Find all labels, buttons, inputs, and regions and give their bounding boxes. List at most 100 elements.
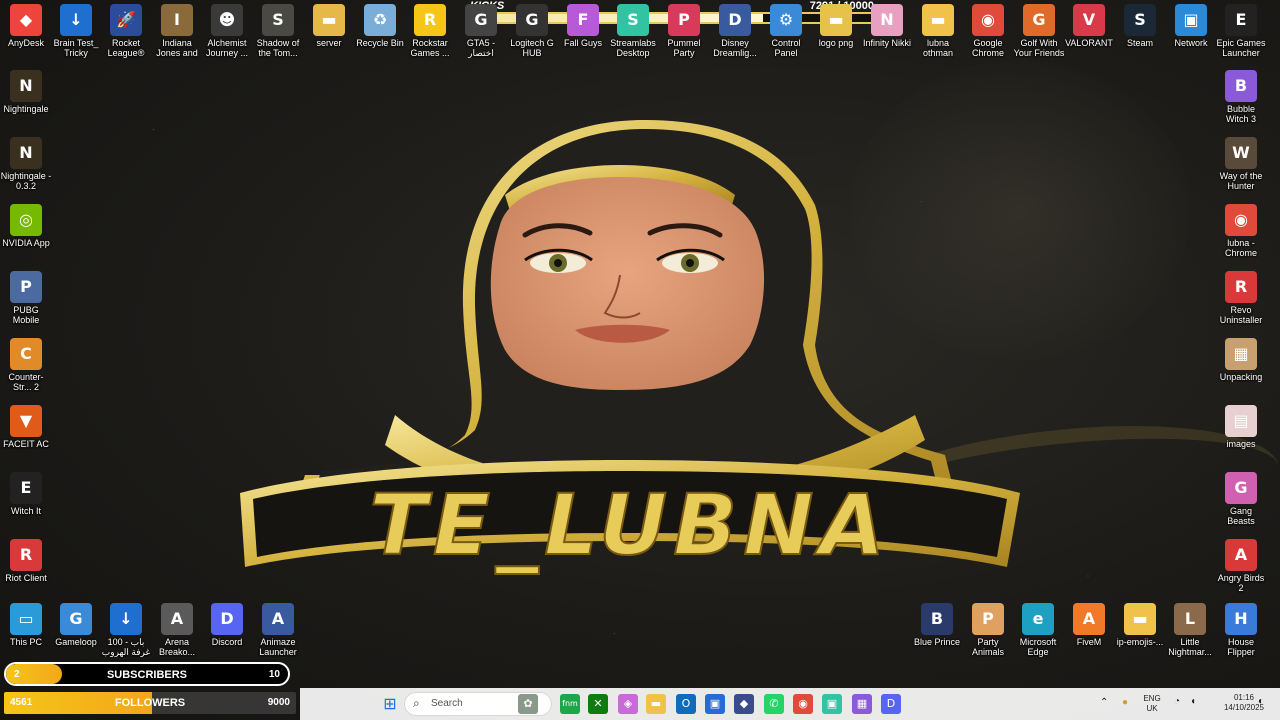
desktop-icon-bottom-right-5[interactable]: L Little Nightmar... [1164,603,1216,657]
desktop-icon-top-12[interactable]: S Streamlabs Desktop [607,4,659,58]
app-icon: ▤ [1225,405,1257,437]
desktop-icon-label: Angry Birds 2 [1217,573,1265,593]
streamlabs-icon[interactable]: ▣ [822,694,842,714]
app-icon: P [10,271,42,303]
desktop-icon-top-11[interactable]: F Fall Guys [557,4,609,48]
desktop-icon-top-20[interactable]: G Golf With Your Friends [1013,4,1065,58]
desktop-icon-top-6[interactable]: ▬ server [303,4,355,48]
desktop-icon-top-14[interactable]: D Disney Dreamlig... [709,4,761,58]
desktop-icon-bottom-right-1[interactable]: P Party Animals [962,603,1014,657]
desktop-icon-right-4[interactable]: ▦ Unpacking [1215,338,1267,382]
desktop-icon-top-5[interactable]: S Shadow of the Tom... [252,4,304,58]
desktop-icon-top-9[interactable]: G GTA5 - اختصار [455,4,507,58]
store-icon[interactable]: ▣ [705,694,725,714]
app-icon: F [567,4,599,36]
desktop-icon-right-3[interactable]: R Revo Uninstaller [1215,271,1267,325]
tray-overflow-icon[interactable]: ⌃ [1100,698,1108,708]
desktop-icon-bottom-right-4[interactable]: ▬ ip-emojis-... [1114,603,1166,647]
app-icon: P [972,603,1004,635]
desktop-icon-bottom-right-2[interactable]: e Microsoft Edge [1012,603,1064,657]
desktop-icon-bottom-right-0[interactable]: B Blue Prince [911,603,963,647]
desktop-icon-label: Witch It [10,506,41,516]
desktop-icon-label: Golf With Your Friends [1013,38,1065,58]
desktop-icon-bottom-right-6[interactable]: H House Flipper [1215,603,1267,657]
desktop-icon-top-8[interactable]: R Rockstar Games ... [404,4,456,58]
desktop-icon-label: Discord [211,637,243,647]
desktop-icon-bottom-right-3[interactable]: A FiveM [1063,603,1115,647]
desktop-icon-right-0[interactable]: BBubble Witch 3 Saga [1215,70,1267,124]
desktop-icon-bottom-left-0[interactable]: ▭ This PC [0,603,52,647]
desktop-icon-label: Disney Dreamlig... [713,38,757,58]
desktop-icon-left-5[interactable]: ▼ FACEIT AC [0,405,52,449]
network-icon[interactable]: ◔ [1174,697,1180,707]
desktop-icon-top-23[interactable]: ▣ Network [1165,4,1217,48]
desktop-icon-top-10[interactable]: G Logitech G HUB [506,4,558,58]
desktop-icon-top-22[interactable]: S Steam [1114,4,1166,48]
desktop-icon-bottom-left-5[interactable]: A Animaze Launcher [252,603,304,657]
desktop-icon-right-1[interactable]: W Way of the Hunter [1215,137,1267,191]
language-indicator[interactable]: ENG UK [1142,694,1162,714]
desktop-icon-top-3[interactable]: IIndiana Jones and the Gre... [151,4,203,58]
app-icon: R [414,4,446,36]
start-button-icon[interactable]: ⊞ [380,694,400,714]
desktop-icon-label: 100 - باب غرفة الهروب [101,637,151,657]
desktop-icon-top-16[interactable]: ▬ logo png [810,4,862,48]
app-icon: ◆ [10,4,42,36]
xbox-icon[interactable]: ✕ [588,694,608,714]
desktop-icon-top-18[interactable]: ▬ lubna othman [912,4,964,58]
chrome-icon[interactable]: ◉ [793,694,813,714]
app-icon: B [921,603,953,635]
app-icon: R [1225,271,1257,303]
app-icon: E [10,472,42,504]
desktop-icon-right-6[interactable]: G Gang Beasts [1215,472,1267,526]
desktop-icon-right-5[interactable]: ▤ images [1215,405,1267,449]
desktop-icon-top-0[interactable]: ◆ AnyDesk [0,4,52,48]
desktop-icon-label: Shadow of the Tom... [256,38,300,58]
desktop-icon-right-7[interactable]: A Angry Birds 2 [1215,539,1267,593]
desktop-icon-bottom-left-2[interactable]: ↓ 100 - باب غرفة الهروب [100,603,152,657]
app-icon: H [1225,603,1257,635]
desktop-icon-left-6[interactable]: E Witch It [0,472,52,516]
app-icon: G [516,4,548,36]
tray-app-icon[interactable]: ● [1122,698,1128,708]
desktop-icon-label: Little Nightmar... [1168,637,1212,657]
desktop-icon-left-1[interactable]: N Nightingale - 0.3.2 [0,137,52,191]
app-icon[interactable]: ◆ [734,694,754,714]
app-icon: ⚙ [770,4,802,36]
desktop-icon-top-17[interactable]: N Infinity Nikki [861,4,913,48]
desktop-icon-top-19[interactable]: ◉ Google Chrome [962,4,1014,58]
desktop-icon-right-2[interactable]: ◉ lubna - Chrome [1215,204,1267,258]
desktop-icon-top-1[interactable]: ↓Brain Test_ Tricky Puzzl... [50,4,102,58]
volume-icon[interactable]: ◖ [1190,697,1196,707]
desktop-icon-label: NVIDIA App [2,238,50,248]
desktop-icon-label: lubna othman [922,38,954,58]
outlook-icon[interactable]: O [676,694,696,714]
copilot-icon[interactable]: ◈ [618,694,638,714]
app-icon: A [262,603,294,635]
subscribers-label: SUBSCRIBERS [106,669,188,681]
fonts-app-icon[interactable]: fnm [560,694,580,714]
discord-icon[interactable]: D [881,694,901,714]
desktop-icon-top-4[interactable]: ☻ Alchemist Journey ... [201,4,253,58]
desktop-icon-top-21[interactable]: V VALORANT [1063,4,1115,48]
desktop-icon-left-2[interactable]: ◎ NVIDIA App [0,204,52,248]
desktop-icon-top-7[interactable]: ♻ Recycle Bin [354,4,406,48]
desktop-icon-top-15[interactable]: ⚙ Control Panel [760,4,812,58]
desktop-icon-left-4[interactable]: C Counter-Str... 2 [0,338,52,392]
desktop-icon-left-0[interactable]: N Nightingale [0,70,52,114]
desktop-icon-top-2[interactable]: 🚀 Rocket League® [100,4,152,58]
whatsapp-icon[interactable]: ✆ [764,694,784,714]
notification-bell-icon[interactable]: ◐ [1258,697,1264,707]
search-highlight-icon[interactable]: ✿ [518,694,538,714]
desktop-icon-label: logo png [818,38,854,48]
desktop-icon-top-24[interactable]: E Epic Games Launcher [1215,4,1267,58]
desktop-icon-bottom-left-4[interactable]: D Discord [201,603,253,647]
desktop-icon-left-7[interactable]: R Riot Client [0,539,52,583]
file-explorer-icon[interactable]: ▬ [646,694,666,714]
gallery-icon[interactable]: ▦ [852,694,872,714]
desktop-icon-top-13[interactable]: P Pummel Party [658,4,710,58]
desktop-icon-bottom-left-1[interactable]: G Gameloop [50,603,102,647]
app-icon: ▬ [1124,603,1156,635]
desktop-icon-bottom-left-3[interactable]: A Arena Breako... [151,603,203,657]
desktop-icon-left-3[interactable]: PPUBG Mobile Global [0,271,52,325]
